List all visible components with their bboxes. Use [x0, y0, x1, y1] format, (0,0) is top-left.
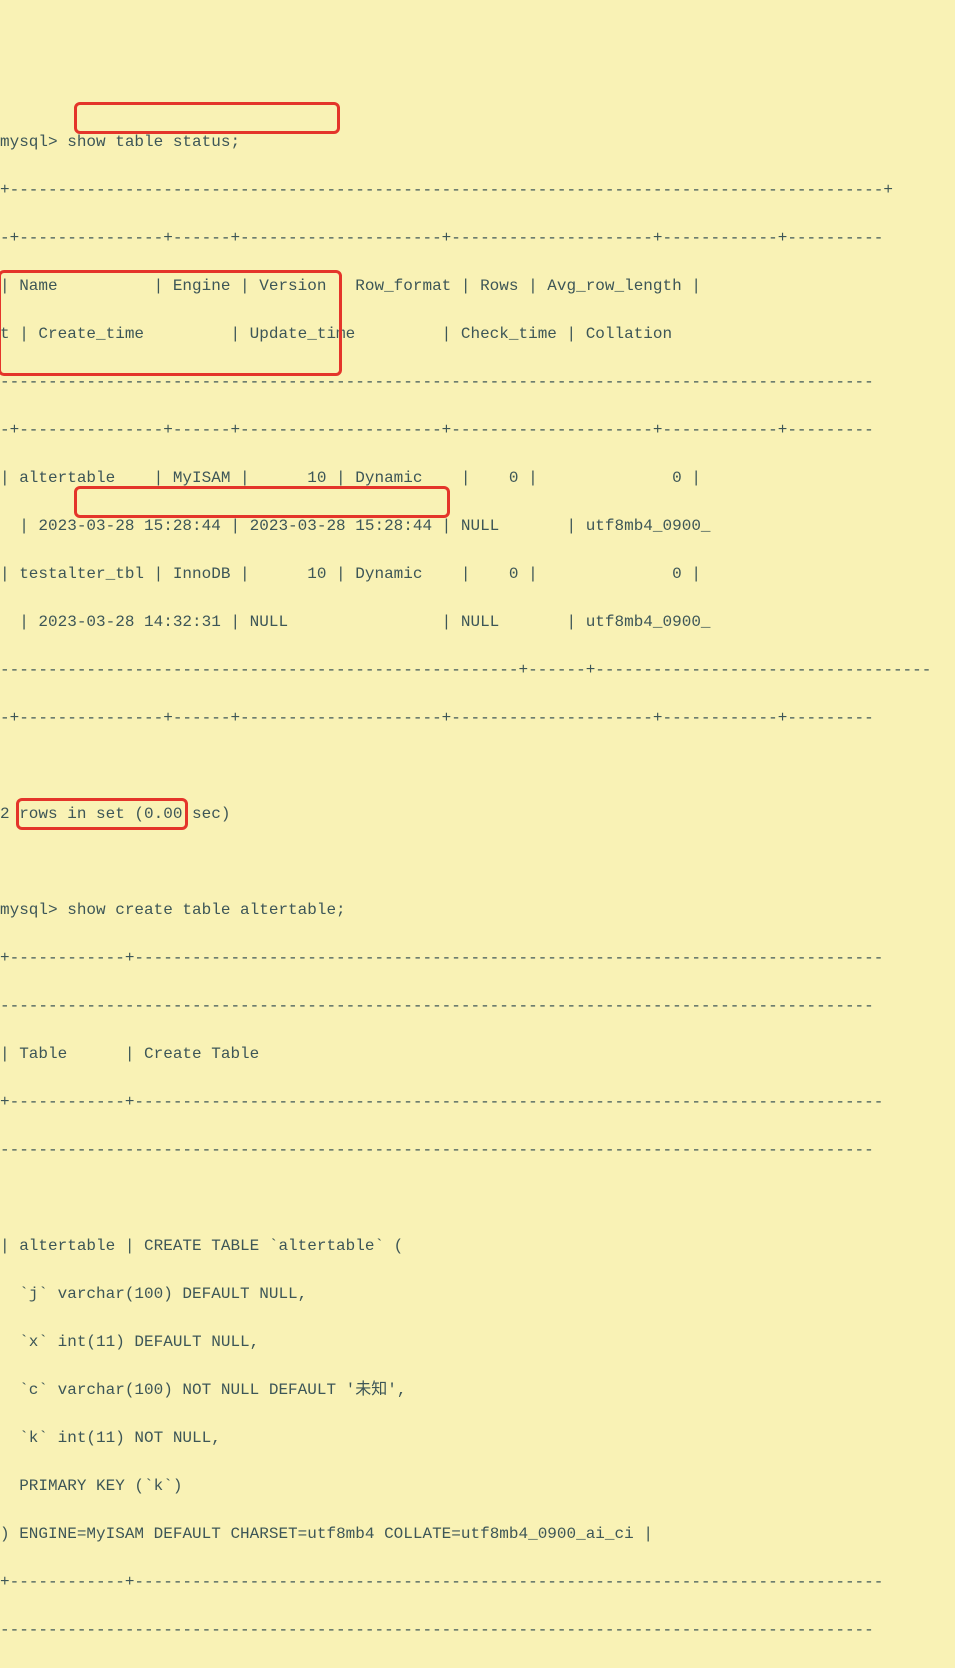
separator: +---------------------------------------… — [0, 178, 955, 202]
mysql-prompt: mysql> — [0, 133, 58, 151]
create-table-line: ) — [0, 1525, 19, 1543]
table-row: | 2023-03-28 14:32:31 | NULL | NULL | ut… — [0, 610, 955, 634]
command-show-create-table: show create table altertable; — [58, 901, 346, 919]
create-table-line: | altertable | CREATE TABLE `altertable`… — [0, 1234, 955, 1258]
command-show-table-status: show table status; — [58, 133, 240, 151]
separator: ----------------------------------------… — [0, 1138, 955, 1162]
table-row: | 2023-03-28 15:28:44 | 2023-03-28 15:28… — [0, 514, 955, 538]
mysql-prompt: mysql> — [0, 901, 58, 919]
create-table-line: `j` varchar(100) DEFAULT NULL, — [0, 1282, 955, 1306]
table-header-row: t | Create_time | Update_time | Check_ti… — [0, 322, 955, 346]
separator: +------------+--------------------------… — [0, 1090, 955, 1114]
separator: -+---------------+------+---------------… — [0, 706, 955, 730]
engine-text: ENGINE=MyISAM — [19, 1525, 144, 1543]
separator: -+---------------+------+---------------… — [0, 226, 955, 250]
separator: ----------------------------------------… — [0, 994, 955, 1018]
create-table-line: `k` int(11) NOT NULL, — [0, 1426, 955, 1450]
separator: +------------+--------------------------… — [0, 1570, 955, 1594]
table-header-row: | Name | Engine | Version | Row_format |… — [0, 274, 955, 298]
table-header-row: | Table | Create Table — [0, 1042, 955, 1066]
separator: ----------------------------------------… — [0, 1618, 955, 1642]
create-table-line: `x` int(11) DEFAULT NULL, — [0, 1330, 955, 1354]
result-text: 2 rows in set (0.00 sec) — [0, 802, 955, 826]
create-table-line: PRIMARY KEY (`k`) — [0, 1474, 955, 1498]
table-row: | testalter_tbl | InnoDB | 10 | Dynamic … — [0, 562, 955, 586]
create-table-line: DEFAULT CHARSET=utf8mb4 COLLATE=utf8mb4_… — [144, 1525, 653, 1543]
separator: ----------------------------------------… — [0, 658, 955, 682]
separator: +------------+--------------------------… — [0, 946, 955, 970]
separator: -+---------------+------+---------------… — [0, 418, 955, 442]
create-table-line: `c` varchar(100) NOT NULL DEFAULT '未知', — [0, 1378, 955, 1402]
table-row: | altertable | MyISAM | 10 | Dynamic | 0… — [0, 466, 955, 490]
separator: ----------------------------------------… — [0, 370, 955, 394]
